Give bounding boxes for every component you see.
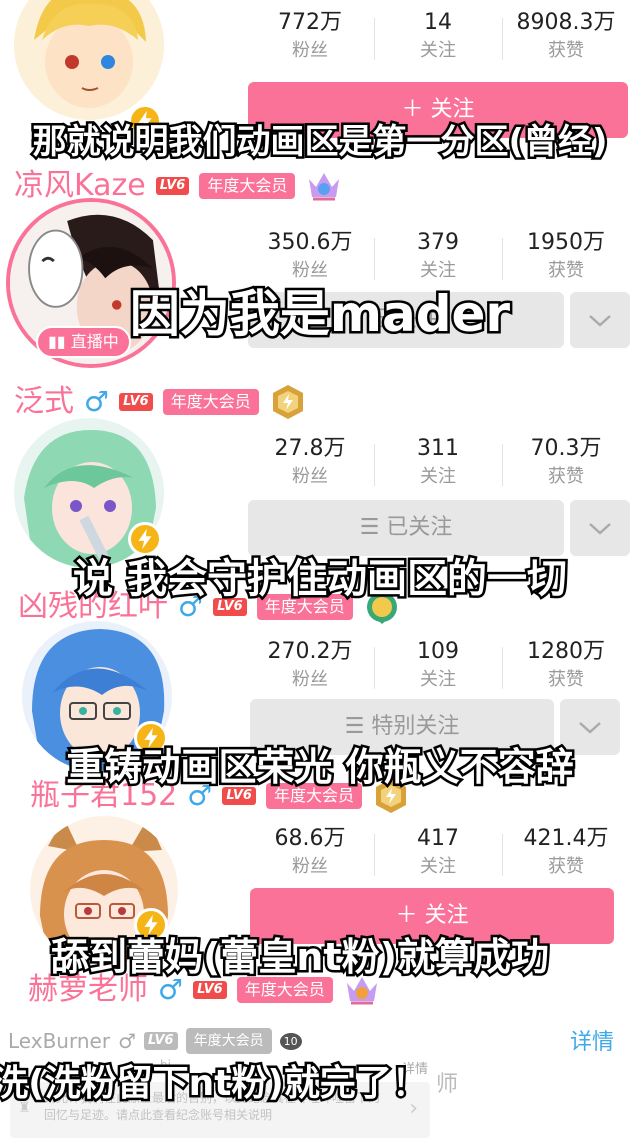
follows-count: 109 (417, 639, 459, 664)
follows-stat[interactable]: 14 关注 (374, 4, 502, 84)
fans-stat[interactable]: 772万 粉丝 (246, 4, 374, 84)
subtitle-2: 因为我是mader (127, 283, 512, 346)
stats-row: 772万 粉丝 14 关注 8908.3万 获赞 (246, 4, 630, 84)
vip-badge: 年度大会员 (185, 1028, 272, 1054)
likes-count: 1280万 (527, 639, 605, 664)
likes-count: 70.3万 (530, 436, 602, 461)
hexagon-medal-icon[interactable] (269, 383, 307, 421)
follows-label: 关注 (420, 40, 456, 61)
gender-male-icon: ♂ (84, 385, 110, 418)
medal-level: 10 (279, 1032, 302, 1050)
fans-count: 350.6万 (267, 230, 353, 255)
avatar[interactable] (14, 0, 164, 120)
gender-male-icon: ♂ (118, 1029, 136, 1053)
subtitle-5: 舔到蕾妈(蕾皇nt粉)就算成功 (49, 933, 552, 982)
crown-medal-icon[interactable] (305, 167, 343, 205)
follows-label: 关注 (420, 669, 456, 690)
follows-count: 417 (417, 826, 459, 851)
fans-count: 270.2万 (267, 639, 353, 664)
level-badge: LV6 (193, 981, 227, 999)
subtitle-6: 洗(洗粉留下nt粉)就完了！ (0, 1061, 430, 1107)
fans-label: 粉丝 (292, 856, 328, 877)
vip-badge[interactable]: 年度大会员 (162, 389, 259, 415)
fans-count: 27.8万 (274, 436, 346, 461)
subtitle-4: 重铸动画区荣光 你瓶义不容辞 (64, 743, 576, 792)
follows-count: 379 (417, 230, 459, 255)
lex-name-row: LexBurner ♂ LV6 年度大会员 10 (8, 1028, 302, 1054)
likes-stat: 70.3万 获赞 (502, 430, 630, 510)
level-badge: LV6 (119, 393, 153, 411)
likes-count: 1950万 (527, 230, 605, 255)
fans-count: 772万 (278, 10, 342, 35)
likes-label: 获赞 (548, 40, 584, 61)
vip-badge[interactable]: 年度大会员 (199, 173, 296, 199)
fans-count: 68.6万 (274, 826, 346, 851)
username[interactable]: 泛式 (14, 382, 74, 422)
fans-label: 粉丝 (292, 40, 328, 61)
avatar-image (14, 0, 164, 120)
likes-label: 获赞 (548, 466, 584, 487)
follows-label: 关注 (420, 856, 456, 877)
likes-label: 获赞 (548, 669, 584, 690)
fans-label: 粉丝 (292, 669, 328, 690)
fans-label: 粉丝 (292, 466, 328, 487)
fans-stat[interactable]: 27.8万 粉丝 (246, 430, 374, 510)
follows-stat[interactable]: 311 关注 (374, 430, 502, 510)
level-badge: LV6 (155, 177, 190, 195)
likes-count: 8908.3万 (516, 10, 616, 35)
name-row: 凉风Kaze LV6 年度大会员 (14, 166, 343, 206)
name-row: 泛式 ♂ LV6 年度大会员 (14, 382, 307, 422)
subtitle-3: 说 我会守护住动画区的一切 (71, 554, 570, 605)
follows-label: 关注 (420, 466, 456, 487)
username[interactable]: LexBurner (8, 1029, 110, 1053)
follows-count: 14 (424, 10, 452, 35)
likes-stat: 8908.3万 获赞 (502, 4, 630, 84)
stats-row: 27.8万 粉丝 311 关注 70.3万 获赞 (246, 430, 630, 510)
follows-count: 311 (417, 436, 459, 461)
detail-link[interactable]: 详情 (570, 1024, 614, 1056)
subtitle-1: 那就说明我们动画区是第一分区(曾经) (30, 120, 610, 165)
likes-count: 421.4万 (523, 826, 609, 851)
likes-label: 获赞 (548, 856, 584, 877)
level-badge: LV6 (144, 1032, 178, 1050)
